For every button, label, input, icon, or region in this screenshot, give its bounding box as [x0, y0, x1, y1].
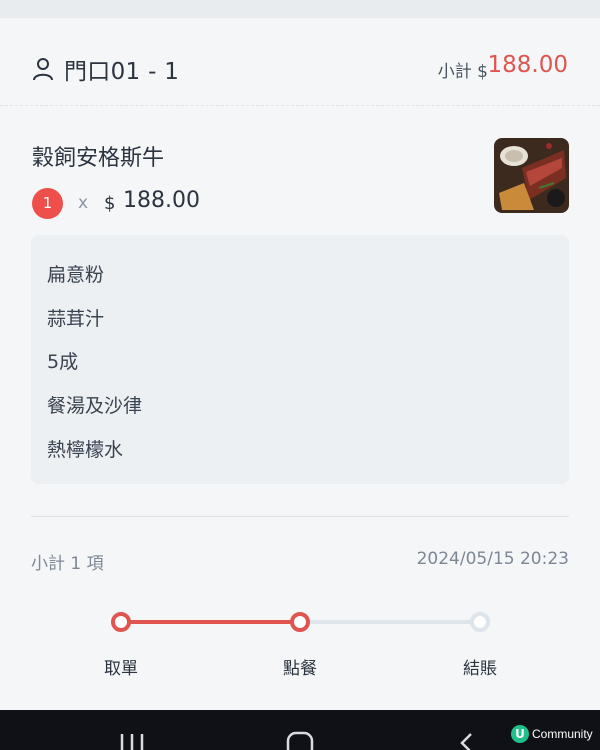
top-strip — [0, 0, 600, 18]
progress-line-complete — [121, 620, 299, 624]
user-icon — [33, 58, 53, 81]
recent-apps-icon[interactable] — [119, 732, 145, 750]
watermark-text: Community — [532, 727, 593, 741]
multiply-sign: x — [78, 193, 89, 213]
option-item: 扁意粉 — [47, 264, 105, 286]
order-header: 門口01 - 1 小計 $ 188.00 — [0, 32, 600, 106]
item-options-panel: 扁意粉 蒜茸汁 5成 餐湯及沙律 熱檸檬水 — [31, 235, 569, 484]
item-count-label: 小計 1 項 — [31, 554, 104, 574]
step-dot-checkout — [470, 612, 490, 632]
divider — [31, 516, 569, 517]
subtotal-value: 188.00 — [487, 52, 568, 78]
item-name[interactable]: 穀飼安格斯牛 — [32, 140, 164, 172]
quantity-badge: 1 — [32, 188, 63, 219]
option-item: 餐湯及沙律 — [47, 395, 143, 417]
step-dot-pickup — [111, 612, 131, 632]
step-label-pickup: 取單 — [104, 659, 138, 679]
table-name: 門口01 - 1 — [64, 59, 180, 85]
order-timestamp: 2024/05/15 20:23 — [416, 549, 569, 569]
option-item: 熱檸檬水 — [47, 439, 124, 461]
option-item: 5成 — [47, 351, 79, 373]
subtotal-label: 小計 $ — [437, 62, 488, 82]
order-progress-stepper: 取單 點餐 結賬 — [0, 600, 600, 690]
ucommunity-logo-icon: U — [511, 725, 529, 743]
steak-photo[interactable] — [494, 138, 569, 213]
step-label-checkout: 結賬 — [463, 659, 497, 679]
ucommunity-watermark: U Community — [511, 724, 593, 744]
price-currency: $ — [104, 193, 116, 214]
step-label-order: 點餐 — [283, 659, 317, 679]
option-item: 蒜茸汁 — [47, 308, 105, 330]
back-icon[interactable] — [458, 732, 474, 750]
home-icon[interactable] — [286, 730, 314, 750]
system-nav-bar — [0, 710, 600, 750]
steak-image-icon — [494, 138, 569, 213]
item-price: 188.00 — [123, 188, 200, 213]
step-dot-order — [290, 612, 310, 632]
progress-line-pending — [300, 620, 480, 624]
